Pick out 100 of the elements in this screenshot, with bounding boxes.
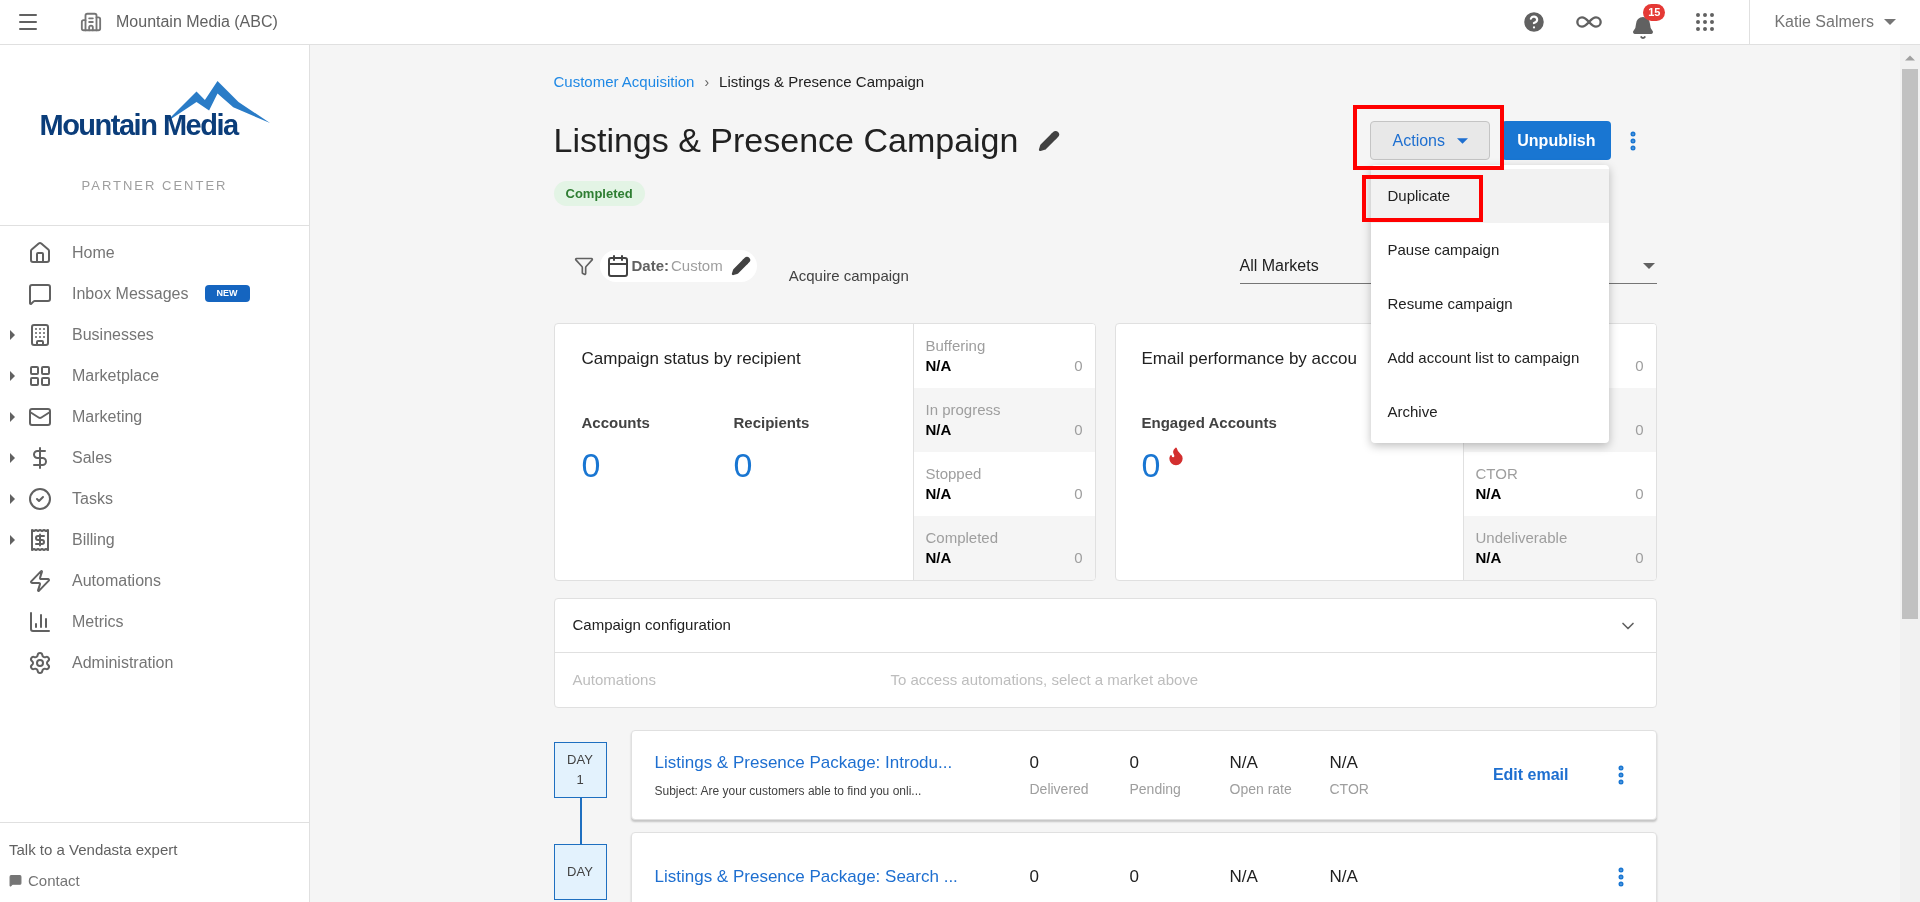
card-title: Email performance by accou xyxy=(1141,349,1357,368)
sidebar-label: Marketplace xyxy=(72,365,160,386)
stat-value: N/A xyxy=(1475,547,1502,568)
email-stat-value: N/A xyxy=(1229,866,1259,889)
expand-arrow-icon xyxy=(10,411,15,422)
email-stat-value: 0 xyxy=(1029,751,1040,774)
sidebar-item[interactable]: Inbox Messages NEW xyxy=(0,273,309,314)
email-stat-label: Delivered xyxy=(1029,780,1090,800)
email-stat-label: Pending xyxy=(1129,780,1182,800)
stat-count: 0 xyxy=(1074,483,1083,504)
sidebar-item[interactable]: Home xyxy=(0,232,309,273)
sidebar-item[interactable]: Marketplace xyxy=(0,355,309,396)
sidebar-label: Businesses xyxy=(72,324,154,345)
menu-item[interactable]: Add account list to campaign xyxy=(1370,331,1609,385)
sidebar-label: Inbox Messages xyxy=(72,283,189,304)
organization-name[interactable]: Mountain Media (ABC) xyxy=(116,10,278,34)
menu-item[interactable]: Duplicate xyxy=(1370,169,1609,223)
stat-count: 0 xyxy=(1635,547,1644,568)
contact-link[interactable]: Contact xyxy=(9,869,300,892)
edit-email-button[interactable]: Edit email xyxy=(1492,763,1569,787)
day-marker: DAY xyxy=(553,844,607,900)
stat-label: Buffering xyxy=(925,336,986,354)
campaign-type: Acquire campaign xyxy=(788,265,909,286)
caret-icon xyxy=(1642,262,1655,269)
email-stat-value: N/A xyxy=(1329,751,1359,774)
stat-value: N/A xyxy=(925,547,952,568)
breadcrumb-current: Listings & Presence Campaign xyxy=(719,72,925,92)
expand-arrow-icon xyxy=(10,370,15,381)
email-subject: Subject: Are your customers able to find you onli... xyxy=(654,782,923,800)
building-icon xyxy=(80,11,102,33)
metric-value[interactable]: 0 xyxy=(581,440,734,491)
sidebar-item[interactable]: Billing xyxy=(0,519,309,560)
sidebar-item[interactable]: Sales xyxy=(0,437,309,478)
email-stat-value: 0 xyxy=(1129,866,1140,889)
metric-value[interactable]: 0 xyxy=(1141,440,1161,491)
metric-value[interactable]: 0 xyxy=(733,440,886,491)
stat-count: 0 xyxy=(1074,547,1083,568)
unpublish-button[interactable]: Unpublish xyxy=(1502,121,1611,160)
lightning-icon xyxy=(28,568,52,593)
bar-chart-icon xyxy=(28,609,52,634)
notifications-button[interactable]: 15 xyxy=(1631,4,1666,40)
email-stat-label: Open rate xyxy=(1229,780,1293,800)
config-label: Automations xyxy=(572,669,657,690)
caret-icon xyxy=(1905,55,1915,61)
sidebar-item[interactable]: Metrics xyxy=(0,601,309,642)
new-badge: NEW xyxy=(204,284,250,303)
breadcrumb-link[interactable]: Customer Acquisition xyxy=(553,71,695,94)
partner-center-label: PARTNER CENTER xyxy=(81,177,228,195)
expand-arrow-icon xyxy=(10,452,15,463)
stat-count: 0 xyxy=(1635,483,1644,504)
expand-arrow-icon xyxy=(10,329,15,340)
email-title-link[interactable]: Listings & Presence Package: Introdu... xyxy=(654,750,1030,776)
user-menu[interactable]: Katie Salmers xyxy=(1750,10,1920,34)
sidebar-label: Automations xyxy=(72,570,161,591)
stat-label: Undeliverable xyxy=(1475,528,1568,546)
sidebar-label: Home xyxy=(72,242,115,263)
metric-label: Recipients xyxy=(733,412,811,433)
sidebar-label: Metrics xyxy=(72,611,124,632)
home-icon xyxy=(28,240,52,265)
config-value: To access automations, select a market above xyxy=(890,669,1199,690)
building-icon xyxy=(28,322,52,347)
sidebar-label: Administration xyxy=(72,652,174,673)
day-marker: DAY 1 xyxy=(553,742,607,798)
scrollbar-thumb[interactable] xyxy=(1902,69,1918,619)
sidebar-item[interactable]: Businesses xyxy=(0,314,309,355)
card-title: Campaign status by recipient xyxy=(581,348,802,370)
stat-value: N/A xyxy=(925,483,952,504)
sidebar-item[interactable]: Administration xyxy=(0,642,309,683)
email-stat-value: 0 xyxy=(1129,751,1140,774)
config-title: Campaign configuration xyxy=(572,615,731,636)
stat-label: Completed xyxy=(925,528,999,546)
sidebar-label: Tasks xyxy=(72,488,113,509)
date-filter-chip[interactable]: Date:Custom xyxy=(599,250,757,282)
actions-button[interactable]: Actions xyxy=(1370,121,1491,160)
menu-item[interactable]: Pause campaign xyxy=(1370,223,1609,277)
metric-label: Accounts xyxy=(581,412,651,433)
sidebar-label: Billing xyxy=(72,529,115,550)
email-stat-value: N/A xyxy=(1329,866,1359,889)
menu-item[interactable]: Archive xyxy=(1370,385,1609,439)
stat-count: 0 xyxy=(1074,419,1083,440)
expand-arrow-icon xyxy=(10,493,15,504)
bell-icon xyxy=(1631,16,1656,40)
logo-text: Mountain Media xyxy=(39,107,238,143)
stat-count: 0 xyxy=(1635,419,1644,440)
breadcrumb-separator: › xyxy=(704,72,710,92)
edit-icon[interactable] xyxy=(1038,129,1061,152)
filter-icon[interactable] xyxy=(573,256,594,276)
sidebar-item[interactable]: Tasks xyxy=(0,478,309,519)
expand-arrow-icon xyxy=(10,534,15,545)
caret-icon xyxy=(1884,19,1896,25)
metric-label: Engaged Accounts xyxy=(1141,412,1277,433)
page-title: Listings & Presence Campaign xyxy=(553,120,1019,161)
sidebar-item[interactable]: Marketing xyxy=(0,396,309,437)
email-title-link[interactable]: Listings & Presence Package: Search ... xyxy=(654,864,1030,890)
notification-count: 15 xyxy=(1643,4,1666,21)
sidebar-label: Marketing xyxy=(72,406,143,427)
stat-label: CTOR xyxy=(1475,464,1518,482)
stat-value: N/A xyxy=(925,419,952,440)
sidebar-item[interactable]: Automations xyxy=(0,560,309,601)
menu-item[interactable]: Resume campaign xyxy=(1370,277,1609,331)
